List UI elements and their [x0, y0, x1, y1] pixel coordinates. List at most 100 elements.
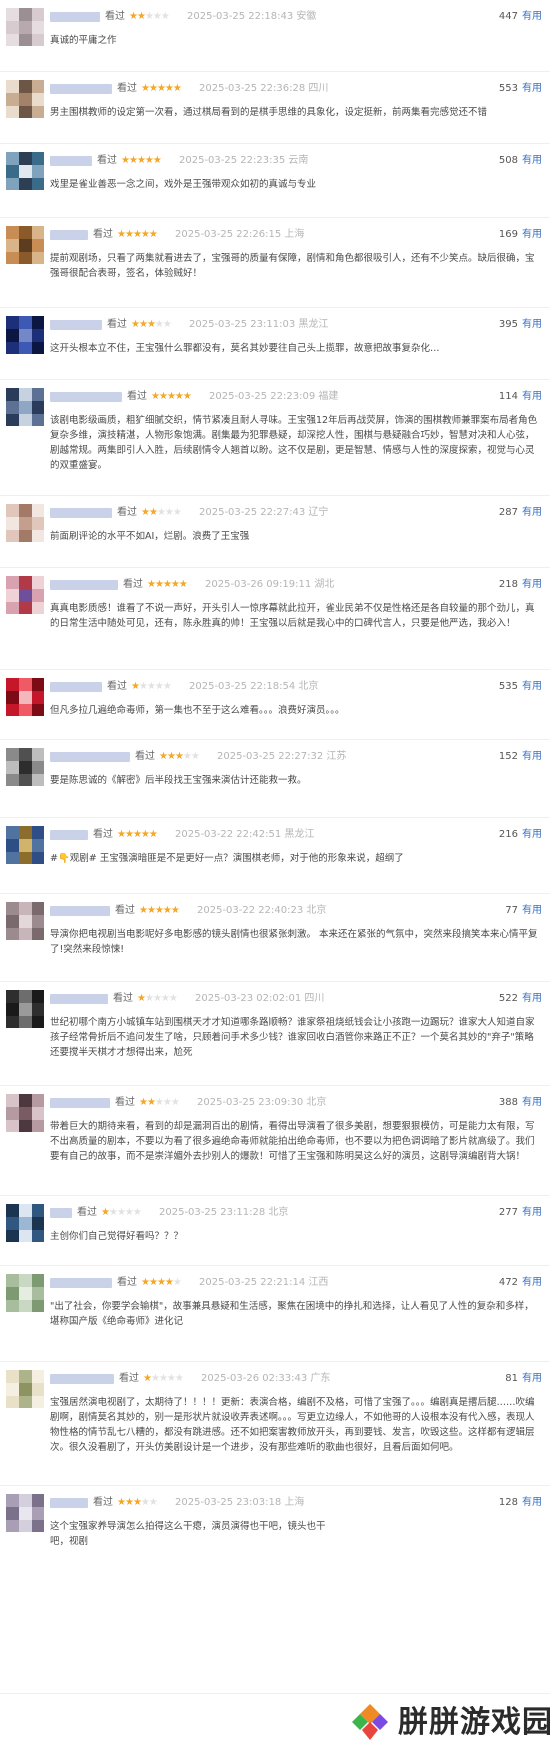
username-redacted[interactable] [50, 12, 100, 22]
useful-button[interactable]: 有用 [522, 990, 542, 1008]
star-filled-icon: ★ [146, 905, 156, 916]
user-avatar[interactable] [6, 504, 44, 542]
user-avatar[interactable] [6, 1204, 44, 1242]
useful-button[interactable]: 有用 [522, 80, 542, 98]
user-avatar[interactable] [6, 80, 44, 118]
star-filled-icon: ★ [129, 11, 138, 22]
user-avatar[interactable] [6, 902, 44, 940]
username-redacted[interactable] [50, 994, 108, 1004]
username-redacted[interactable] [50, 84, 112, 94]
useful-count: 388 [498, 1097, 518, 1108]
useful-button[interactable]: 有用 [522, 576, 542, 594]
star-empty-icon: ★ [190, 751, 200, 762]
user-avatar[interactable] [6, 388, 44, 426]
useful-button[interactable]: 有用 [522, 748, 542, 766]
username-redacted[interactable] [50, 1098, 110, 1108]
useful-count: 216 [498, 829, 518, 840]
username-redacted[interactable] [50, 156, 92, 166]
username-redacted[interactable] [50, 830, 88, 840]
star-filled-icon: ★ [166, 751, 176, 762]
useful-button[interactable]: 有用 [522, 902, 542, 920]
user-avatar[interactable] [6, 152, 44, 190]
username-redacted[interactable] [50, 752, 130, 762]
rating-stars: ★★★★★ [141, 80, 182, 98]
useful-count: 128 [498, 1497, 518, 1508]
username-redacted[interactable] [50, 1374, 114, 1384]
useful-button[interactable]: 有用 [522, 826, 542, 844]
useful-button[interactable]: 有用 [522, 8, 542, 26]
review-item: 看过 ★★★★★ 2025-03-25 22:23:09 福建 114 有用 该剧电影级画… [0, 380, 550, 496]
useful-button[interactable]: 有用 [522, 1094, 542, 1112]
user-avatar[interactable] [6, 990, 44, 1028]
user-avatar[interactable] [6, 316, 44, 354]
useful-button[interactable]: 有用 [522, 226, 542, 244]
username-redacted[interactable] [50, 1208, 72, 1218]
user-avatar[interactable] [6, 576, 44, 614]
username-redacted[interactable] [50, 392, 122, 402]
review-location: 福建 [318, 391, 339, 402]
useful-button[interactable]: 有用 [522, 1370, 542, 1388]
user-avatar[interactable] [6, 226, 44, 264]
useful-button[interactable]: 有用 [522, 1204, 542, 1222]
star-filled-icon: ★ [131, 681, 140, 692]
username-redacted[interactable] [50, 682, 102, 692]
star-filled-icon: ★ [146, 1097, 156, 1108]
review-timestamp: 2025-03-22 22:40:23 北京 [197, 902, 326, 920]
star-empty-icon: ★ [140, 1497, 150, 1508]
review-item: 看过 ★★★★★ 2025-03-25 22:18:54 北京 535 有用 但凡多拉几遍… [0, 670, 550, 740]
review-time: 2025-03-25 22:27:43 [199, 507, 306, 518]
review-text: 前面刷评论的水平不如AI，烂剧。浪费了王宝强 [50, 531, 250, 542]
username-redacted[interactable] [50, 1498, 88, 1508]
useful-button[interactable]: 有用 [522, 504, 542, 522]
useful-button[interactable]: 有用 [522, 316, 542, 334]
star-filled-icon: ★ [117, 229, 126, 240]
user-avatar[interactable] [6, 1274, 44, 1312]
useful-button[interactable]: 有用 [522, 388, 542, 406]
watched-label: 看过 [119, 1373, 139, 1384]
review-item: 看过 ★★★★★ 2025-03-25 22:27:43 辽宁 287 有用 前面刷评论的… [0, 496, 550, 568]
user-avatar[interactable] [6, 1370, 44, 1408]
review-time: 2025-03-25 22:21:14 [199, 1277, 306, 1288]
user-avatar[interactable] [6, 748, 44, 786]
star-filled-icon: ★ [182, 391, 192, 402]
review-time: 2025-03-25 23:09:30 [197, 1097, 304, 1108]
user-avatar[interactable] [6, 1094, 44, 1132]
review-meta: 看过 ★★★★★ 2025-03-25 22:18:54 北京 535 有用 [50, 678, 546, 696]
review-location: 北京 [306, 905, 327, 916]
useful-button[interactable]: 有用 [522, 1494, 542, 1512]
useful-button[interactable]: 有用 [522, 152, 542, 170]
review-location: 北京 [268, 1207, 289, 1218]
username-redacted[interactable] [50, 320, 102, 330]
review-time: 2025-03-25 22:18:43 [187, 11, 294, 22]
review-meta: 看过 ★★★★★ 2025-03-25 22:21:14 江西 472 有用 [50, 1274, 546, 1292]
watched-label: 看过 [115, 1097, 135, 1108]
username-redacted[interactable] [50, 230, 88, 240]
useful-count: 277 [498, 1207, 518, 1218]
review-time: 2025-03-22 22:42:51 [175, 829, 282, 840]
username-redacted[interactable] [50, 1278, 112, 1288]
review-text: 真真电影质感！谁看了不说一声好，开头引人一惊序幕就此拉开，雀业民弟不仅是性格还是… [50, 603, 535, 629]
review-time: 2025-03-22 22:40:23 [197, 905, 304, 916]
star-filled-icon: ★ [121, 155, 130, 166]
user-avatar[interactable] [6, 8, 44, 46]
rating-stars: ★★★★★ [147, 576, 188, 594]
review-location: 湖北 [314, 579, 335, 590]
star-filled-icon: ★ [174, 751, 184, 762]
username-redacted[interactable] [50, 580, 118, 590]
review-location: 安徽 [296, 11, 317, 22]
star-empty-icon: ★ [154, 319, 164, 330]
review-timestamp: 2025-03-25 23:09:30 北京 [197, 1094, 326, 1112]
review-text: 这开头根本立不住，王宝强什么罪都没有，莫名其妙要往自己头上揽罪，故意把故事复杂化… [50, 343, 440, 354]
review-text: 导演你把电视剧当电影呢好多电影感的镜头剧情也很紧张刺激。 本来还在紧张的气氛中，… [50, 929, 538, 955]
star-filled-icon: ★ [144, 155, 154, 166]
user-avatar[interactable] [6, 678, 44, 716]
username-redacted[interactable] [50, 508, 112, 518]
review-text: 带着巨大的期待来看，看到的却是漏洞百出的剧情，看得出导演看了很多美剧，想要狠狠模… [50, 1121, 535, 1162]
username-redacted[interactable] [50, 906, 110, 916]
review-item: 看过 ★★★★★ 2025-03-25 22:36:28 四川 553 有用 男主围棋教师… [0, 72, 550, 144]
user-avatar[interactable] [6, 1494, 44, 1532]
user-avatar[interactable] [6, 826, 44, 864]
useful-button[interactable]: 有用 [522, 678, 542, 696]
useful-button[interactable]: 有用 [522, 1274, 542, 1292]
review-item: 看过 ★★★★★ 2025-03-25 22:23:35 云南 508 有用 戏里是雀业善… [0, 144, 550, 218]
